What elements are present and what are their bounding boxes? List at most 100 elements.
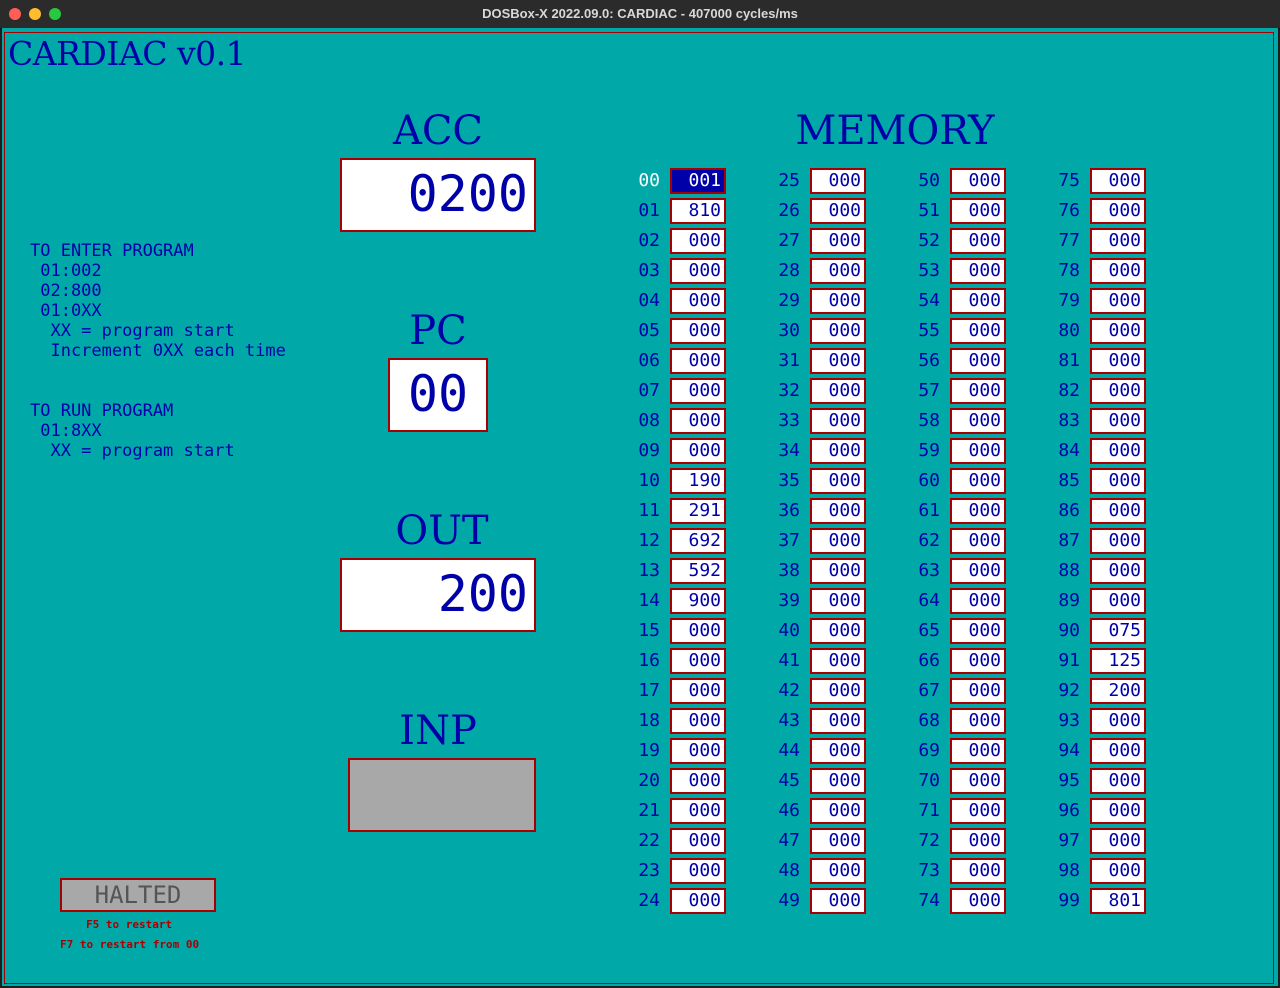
memory-cell[interactable]: 000: [810, 288, 866, 314]
memory-cell[interactable]: 692: [670, 528, 726, 554]
memory-cell[interactable]: 000: [950, 198, 1006, 224]
memory-cell[interactable]: 000: [810, 558, 866, 584]
memory-cell[interactable]: 000: [950, 528, 1006, 554]
memory-cell[interactable]: 000: [1090, 348, 1146, 374]
memory-cell[interactable]: 000: [670, 888, 726, 914]
memory-cell[interactable]: 000: [950, 828, 1006, 854]
inp-field[interactable]: [348, 758, 536, 832]
memory-cell[interactable]: 000: [950, 408, 1006, 434]
memory-cell[interactable]: 000: [670, 708, 726, 734]
memory-cell[interactable]: 000: [1090, 798, 1146, 824]
memory-cell[interactable]: 000: [810, 528, 866, 554]
memory-cell[interactable]: 000: [1090, 858, 1146, 884]
memory-cell[interactable]: 000: [950, 768, 1006, 794]
memory-cell[interactable]: 000: [1090, 228, 1146, 254]
memory-cell[interactable]: 592: [670, 558, 726, 584]
memory-cell[interactable]: 000: [950, 618, 1006, 644]
memory-cell[interactable]: 000: [1090, 438, 1146, 464]
memory-cell[interactable]: 000: [1090, 168, 1146, 194]
memory-cell[interactable]: 000: [950, 888, 1006, 914]
memory-cell[interactable]: 000: [810, 198, 866, 224]
memory-cell[interactable]: 291: [670, 498, 726, 524]
memory-cell[interactable]: 000: [810, 408, 866, 434]
memory-cell[interactable]: 000: [670, 678, 726, 704]
memory-cell[interactable]: 000: [810, 588, 866, 614]
memory-cell[interactable]: 000: [670, 768, 726, 794]
memory-cell[interactable]: 000: [810, 888, 866, 914]
memory-cell[interactable]: 190: [670, 468, 726, 494]
memory-cell[interactable]: 000: [810, 438, 866, 464]
memory-cell[interactable]: 000: [950, 318, 1006, 344]
memory-cell[interactable]: 000: [810, 828, 866, 854]
memory-cell[interactable]: 000: [810, 858, 866, 884]
memory-cell[interactable]: 000: [810, 678, 866, 704]
memory-cell[interactable]: 000: [950, 438, 1006, 464]
memory-cell[interactable]: 000: [810, 378, 866, 404]
memory-cell[interactable]: 000: [950, 588, 1006, 614]
memory-cell[interactable]: 000: [670, 378, 726, 404]
memory-cell[interactable]: 000: [950, 288, 1006, 314]
memory-cell[interactable]: 000: [1090, 318, 1146, 344]
memory-cell[interactable]: 000: [670, 858, 726, 884]
memory-cell[interactable]: 000: [1090, 738, 1146, 764]
memory-cell[interactable]: 900: [670, 588, 726, 614]
memory-cell[interactable]: 000: [810, 318, 866, 344]
memory-cell[interactable]: 000: [810, 648, 866, 674]
memory-cell[interactable]: 000: [1090, 708, 1146, 734]
memory-cell[interactable]: 000: [810, 348, 866, 374]
memory-cell[interactable]: 000: [670, 408, 726, 434]
memory-cell[interactable]: 000: [1090, 588, 1146, 614]
memory-cell[interactable]: 000: [1090, 258, 1146, 284]
memory-cell[interactable]: 000: [950, 468, 1006, 494]
memory-cell[interactable]: 125: [1090, 648, 1146, 674]
memory-cell[interactable]: 000: [670, 228, 726, 254]
memory-cell[interactable]: 000: [950, 858, 1006, 884]
memory-cell[interactable]: 000: [950, 558, 1006, 584]
memory-cell[interactable]: 000: [810, 708, 866, 734]
memory-cell[interactable]: 000: [1090, 408, 1146, 434]
memory-cell[interactable]: 000: [1090, 288, 1146, 314]
memory-cell[interactable]: 001: [670, 168, 726, 194]
memory-cell[interactable]: 000: [950, 258, 1006, 284]
memory-cell[interactable]: 000: [950, 348, 1006, 374]
memory-cell[interactable]: 075: [1090, 618, 1146, 644]
memory-cell[interactable]: 000: [1090, 468, 1146, 494]
memory-cell[interactable]: 000: [1090, 198, 1146, 224]
memory-cell[interactable]: 000: [950, 648, 1006, 674]
memory-cell[interactable]: 000: [950, 498, 1006, 524]
memory-cell[interactable]: 000: [1090, 828, 1146, 854]
memory-cell[interactable]: 000: [950, 708, 1006, 734]
memory-cell[interactable]: 000: [670, 798, 726, 824]
memory-cell[interactable]: 000: [810, 468, 866, 494]
memory-cell[interactable]: 000: [1090, 558, 1146, 584]
memory-cell[interactable]: 000: [810, 498, 866, 524]
memory-cell[interactable]: 000: [670, 828, 726, 854]
memory-cell[interactable]: 000: [670, 348, 726, 374]
memory-cell[interactable]: 000: [1090, 378, 1146, 404]
memory-cell[interactable]: 000: [810, 798, 866, 824]
memory-cell[interactable]: 000: [670, 258, 726, 284]
memory-cell[interactable]: 000: [810, 258, 866, 284]
memory-cell[interactable]: 000: [1090, 768, 1146, 794]
memory-cell[interactable]: 200: [1090, 678, 1146, 704]
memory-cell[interactable]: 000: [810, 618, 866, 644]
memory-cell[interactable]: 000: [950, 378, 1006, 404]
memory-cell[interactable]: 000: [1090, 528, 1146, 554]
memory-cell[interactable]: 000: [950, 168, 1006, 194]
memory-cell[interactable]: 000: [950, 228, 1006, 254]
memory-cell[interactable]: 000: [670, 738, 726, 764]
memory-cell[interactable]: 000: [810, 738, 866, 764]
memory-cell[interactable]: 000: [670, 648, 726, 674]
memory-cell[interactable]: 000: [670, 618, 726, 644]
memory-cell[interactable]: 000: [950, 798, 1006, 824]
memory-cell[interactable]: 000: [670, 288, 726, 314]
memory-cell[interactable]: 000: [670, 318, 726, 344]
memory-cell[interactable]: 000: [810, 168, 866, 194]
memory-cell[interactable]: 000: [950, 678, 1006, 704]
memory-cell[interactable]: 801: [1090, 888, 1146, 914]
memory-cell[interactable]: 000: [950, 738, 1006, 764]
memory-cell[interactable]: 000: [670, 438, 726, 464]
memory-cell[interactable]: 810: [670, 198, 726, 224]
memory-cell[interactable]: 000: [810, 768, 866, 794]
memory-cell[interactable]: 000: [1090, 498, 1146, 524]
